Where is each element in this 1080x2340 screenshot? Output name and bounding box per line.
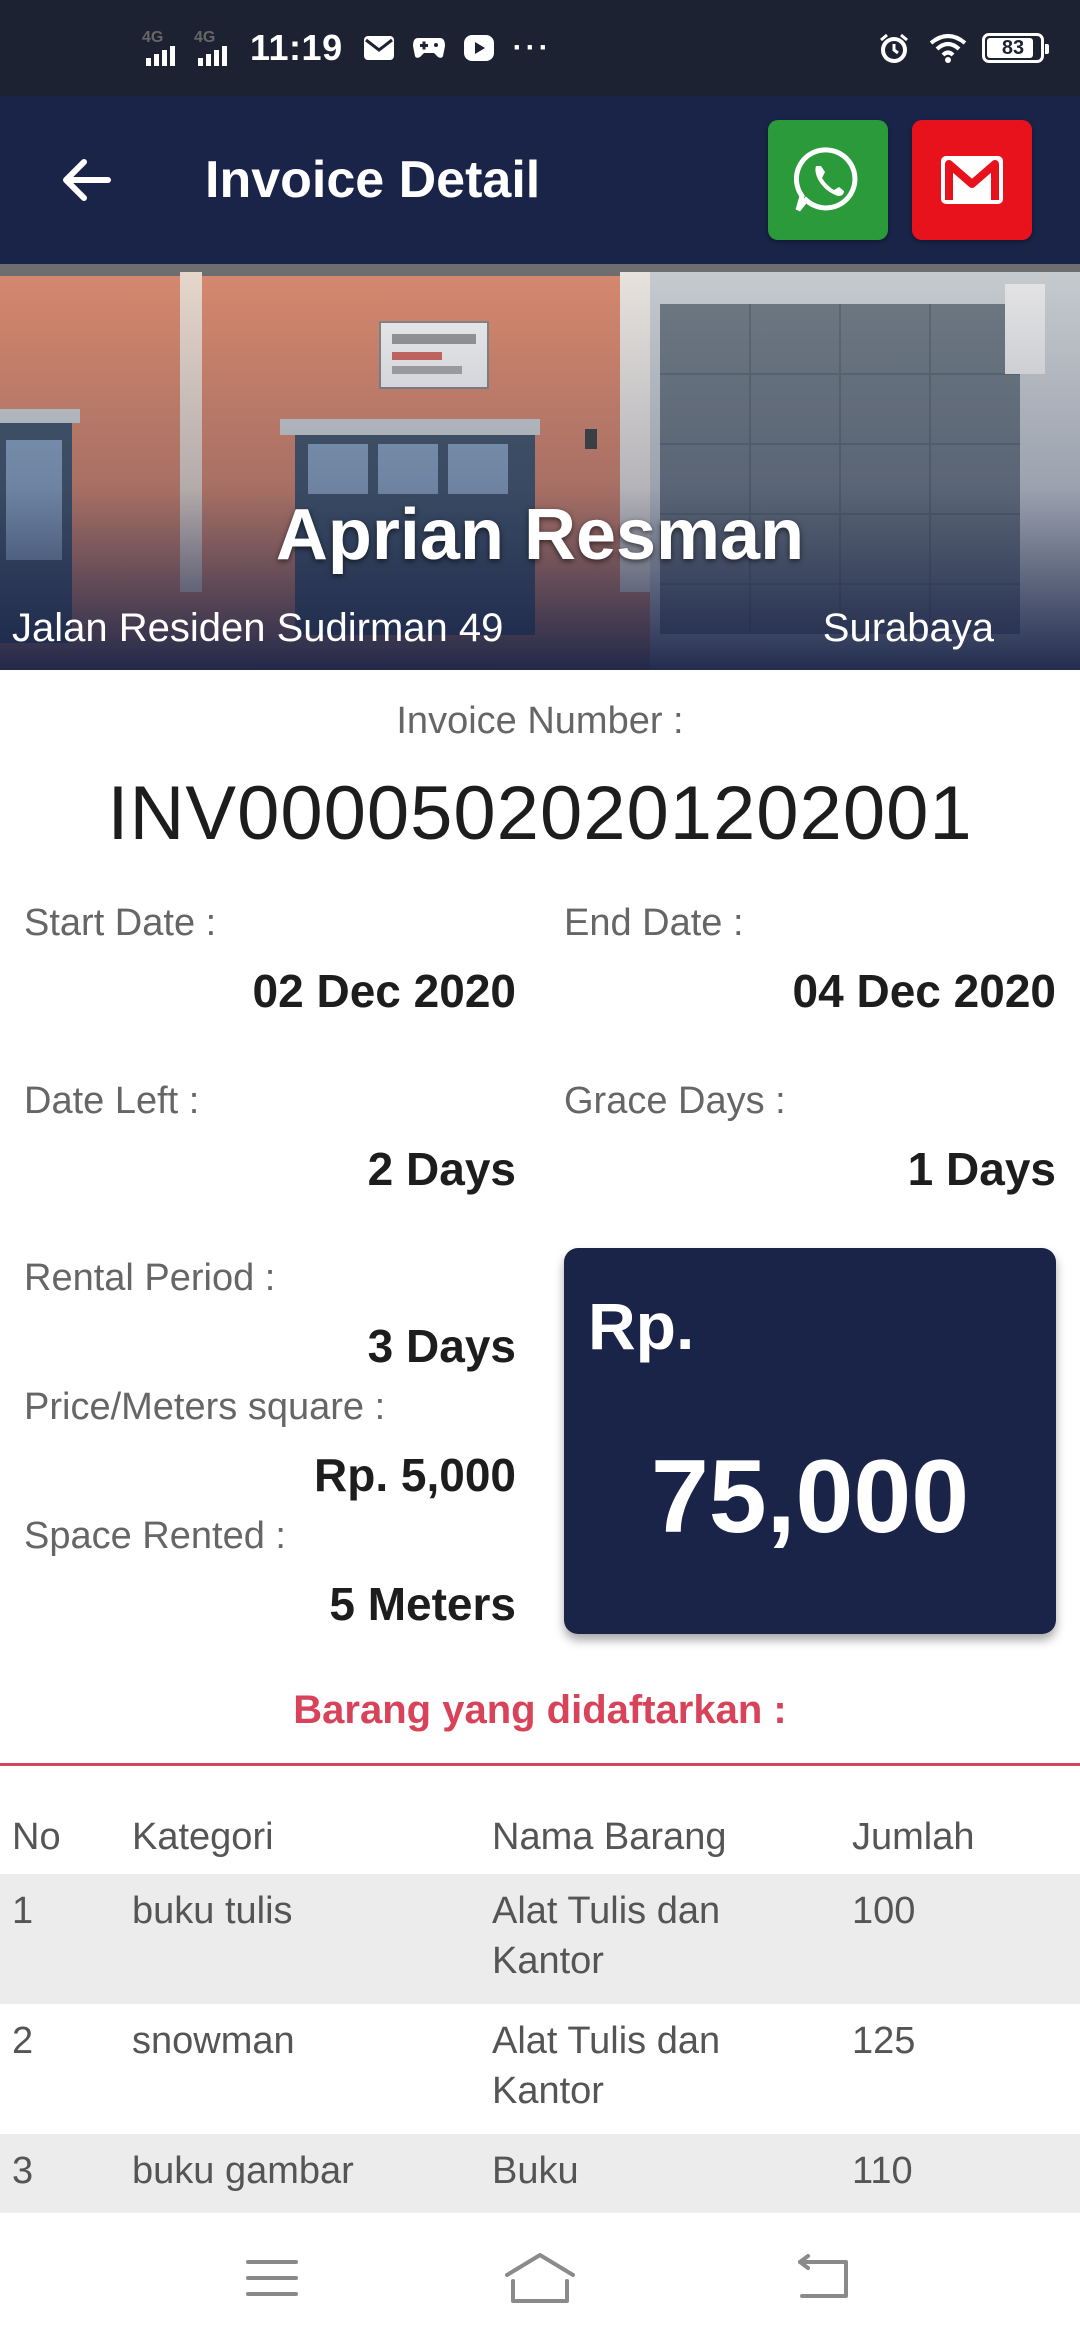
network-type-label-2: 4G — [194, 29, 216, 46]
clock: 11:19 — [250, 27, 343, 68]
cell-jumlah: 100 — [852, 1890, 916, 1932]
battery-level: 83 — [1001, 36, 1025, 59]
whatsapp-button[interactable] — [768, 120, 888, 240]
mail-notification-icon — [359, 28, 399, 68]
whatsapp-icon — [794, 147, 858, 212]
table-row: 3 buku gambar Buku 110 — [0, 2134, 1080, 2224]
total-amount: 75,000 — [650, 1439, 970, 1555]
email-button[interactable] — [912, 120, 1032, 240]
status-right: 83 — [874, 0, 1049, 96]
back-button[interactable] — [44, 138, 128, 222]
end-date-label: End Date : — [564, 902, 744, 944]
start-date-value: 02 Dec 2020 — [252, 965, 516, 1017]
cell-kategori: snowman — [132, 2020, 295, 2062]
arrow-left-icon — [63, 159, 111, 201]
cell-jumlah: 125 — [852, 2020, 916, 2062]
cell-nama-barang: Alat Tulis dan Kantor — [492, 1890, 721, 1982]
cell-nama-barang: Buku — [492, 2150, 579, 2192]
invoice-number-label: Invoice Number : — [396, 700, 684, 742]
section-divider — [0, 1763, 1080, 1766]
home-button[interactable] — [500, 2243, 580, 2313]
youtube-icon — [459, 28, 499, 68]
menu-icon — [246, 2260, 298, 2296]
column-header-kategori: Kategori — [132, 1816, 274, 1858]
cell-no: 1 — [12, 1890, 34, 1932]
home-icon — [505, 2253, 575, 2303]
signal-icon: 4G — [140, 28, 182, 68]
cell-nama-barang: Alat Tulis dan Kantor — [492, 2020, 721, 2112]
battery-icon: 83 — [982, 33, 1049, 63]
total-currency: Rp. — [588, 1289, 695, 1363]
customer-address: Jalan Residen Sudirman 49 — [12, 606, 504, 650]
cell-kategori: buku gambar — [132, 2150, 354, 2192]
column-header-nama-barang: Nama Barang — [492, 1816, 727, 1858]
table-header: No Kategori Nama Barang Jumlah — [0, 1800, 1080, 1874]
system-nav-bar — [0, 2212, 1080, 2340]
cell-kategori: buku tulis — [132, 1890, 293, 1932]
grace-days-value: 1 Days — [907, 1143, 1056, 1195]
column-header-jumlah: Jumlah — [852, 1816, 975, 1858]
back-nav-button[interactable] — [784, 2243, 864, 2313]
status-bar: 4G 4G 11:19 ··· 83 — [0, 0, 1080, 96]
back-nav-icon — [798, 2254, 848, 2298]
more-notifications-icon: ··· — [512, 31, 552, 64]
customer-name: Aprian Resman — [275, 495, 805, 575]
menu-button[interactable] — [232, 2243, 312, 2313]
space-rented-label: Space Rented : — [24, 1515, 286, 1557]
end-date-value: 04 Dec 2020 — [792, 965, 1056, 1017]
cell-no: 3 — [12, 2150, 34, 2192]
space-rented-value: 5 Meters — [329, 1578, 516, 1630]
items-table: No Kategori Nama Barang Jumlah 1 buku tu… — [0, 1800, 1080, 2224]
cell-jumlah: 110 — [852, 2150, 913, 2192]
rental-period-value: 3 Days — [367, 1320, 516, 1372]
items-section-title: Barang yang didaftarkan : — [293, 1688, 787, 1732]
table-row: 2 snowman Alat Tulis dan Kantor 125 — [0, 2004, 1080, 2134]
cell-no: 2 — [12, 2020, 34, 2062]
column-header-no: No — [12, 1816, 61, 1858]
table-row: 1 buku tulis Alat Tulis dan Kantor 100 — [0, 1874, 1080, 2004]
customer-city: Surabaya — [822, 606, 994, 650]
app-bar: Invoice Detail — [0, 96, 1080, 264]
alarm-icon — [874, 28, 914, 68]
status-left: 4G 4G 11:19 ··· — [140, 0, 552, 96]
invoice-number: INV00005020201202001 — [107, 771, 973, 856]
signal-icon-2: 4G — [192, 28, 234, 68]
total-card: Rp. 75,000 — [564, 1248, 1056, 1634]
date-left-label: Date Left : — [24, 1080, 200, 1122]
start-date-label: Start Date : — [24, 902, 217, 944]
gamepad-icon — [409, 28, 449, 68]
gmail-icon — [941, 156, 1003, 204]
price-per-meter-label: Price/Meters square : — [24, 1386, 386, 1428]
grace-days-label: Grace Days : — [564, 1080, 786, 1122]
page-title: Invoice Detail — [205, 151, 541, 209]
wifi-icon — [928, 28, 968, 68]
customer-banner: Aprian Resman Jalan Residen Sudirman 49 … — [0, 264, 1080, 670]
price-per-meter-value: Rp. 5,000 — [314, 1449, 516, 1501]
date-left-value: 2 Days — [367, 1143, 516, 1195]
network-type-label: 4G — [142, 29, 164, 46]
rental-period-label: Rental Period : — [24, 1257, 276, 1299]
